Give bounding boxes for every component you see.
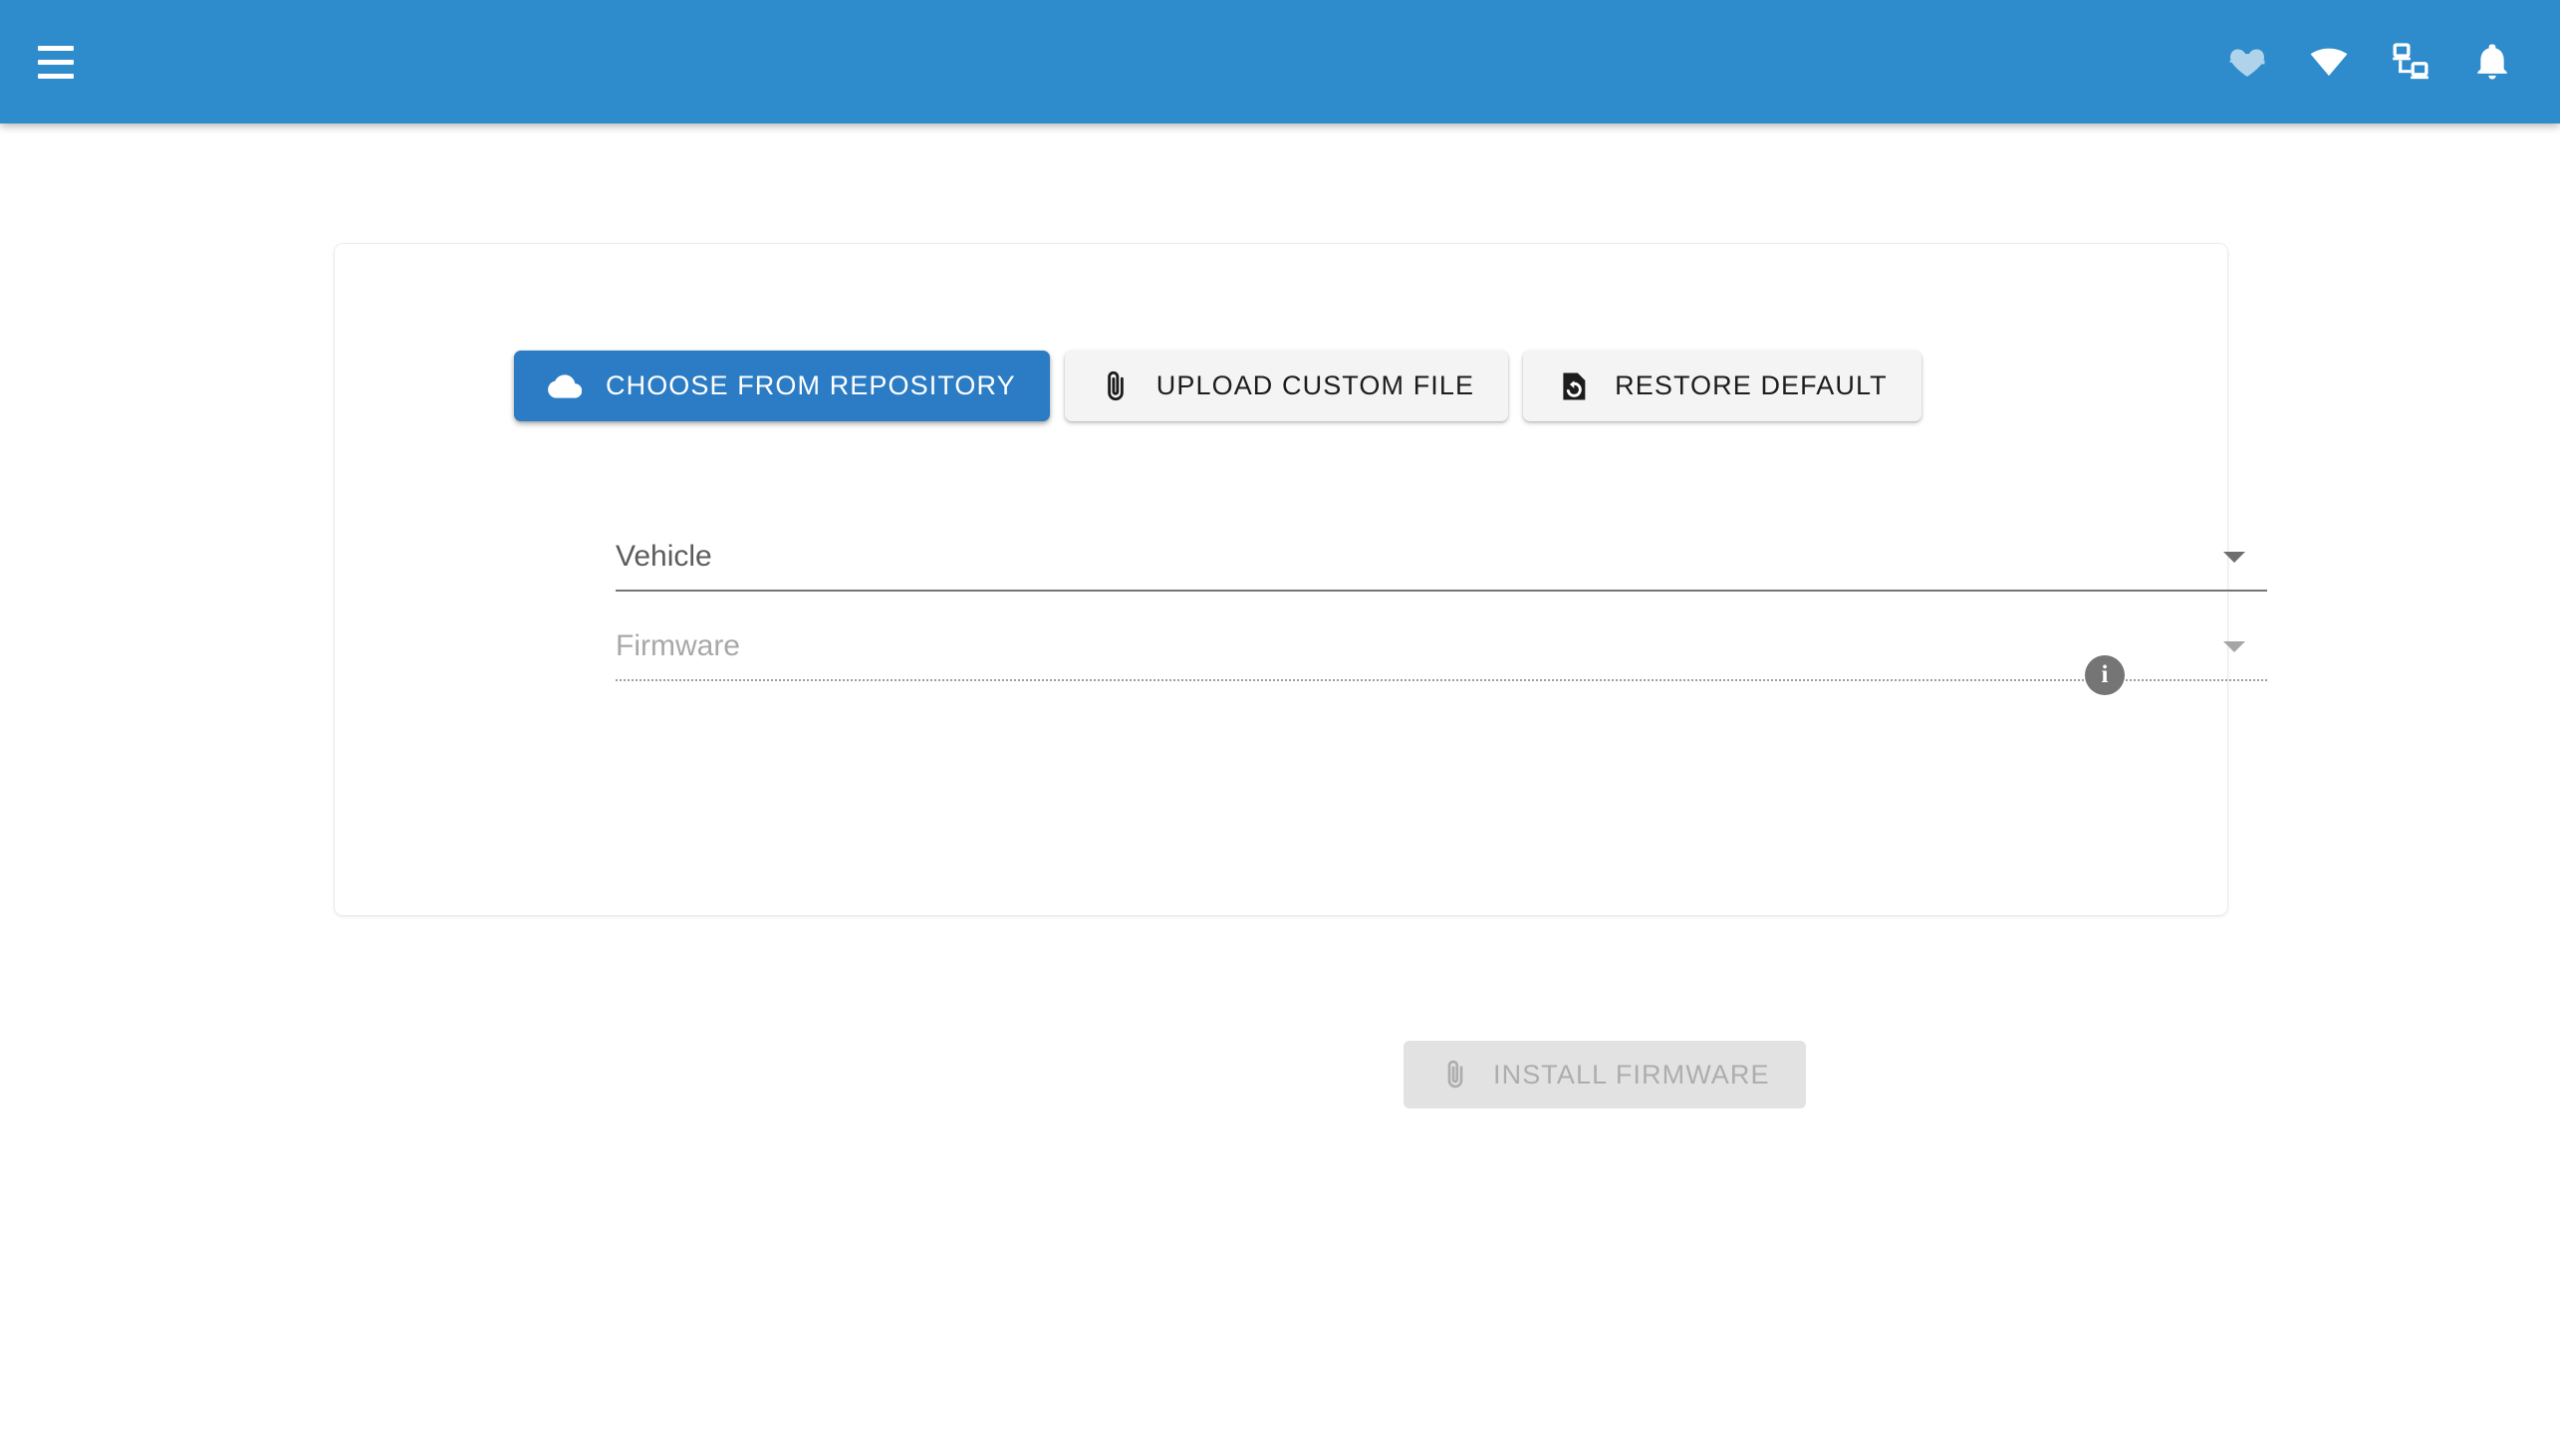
install-firmware-label: INSTALL FIRMWARE [1493, 1059, 1770, 1090]
firmware-info-icon[interactable]: i [2085, 655, 2125, 695]
paperclip-icon [1439, 1059, 1471, 1091]
vehicle-select[interactable]: Vehicle [616, 528, 2267, 592]
tab-label: CHOOSE FROM REPOSITORY [606, 370, 1016, 400]
firmware-select-control[interactable]: Firmware [616, 617, 2267, 675]
chevron-down-icon[interactable] [2223, 640, 2245, 652]
bell-icon[interactable] [2470, 40, 2514, 84]
hamburger-menu-icon[interactable] [36, 40, 92, 84]
tab-label: RESTORE DEFAULT [1615, 370, 1888, 400]
firmware-source-tabs: CHOOSE FROM REPOSITORY UPLOAD CUSTOM FIL… [514, 351, 1921, 421]
hamburger-bar [38, 59, 74, 65]
install-firmware-button[interactable]: INSTALL FIRMWARE [1404, 1041, 1806, 1108]
tab-label: UPLOAD CUSTOM FILE [1155, 370, 1475, 400]
file-restore-icon [1557, 369, 1591, 403]
firmware-select[interactable]: Firmware [616, 617, 2267, 681]
cloud-icon [548, 369, 582, 403]
hamburger-bar [38, 73, 74, 79]
vehicle-select-control[interactable]: Vehicle [616, 528, 2267, 586]
tab-choose-from-repository[interactable]: CHOOSE FROM REPOSITORY [514, 351, 1050, 421]
wifi-icon[interactable] [2307, 40, 2351, 84]
firmware-select-underline [616, 679, 2267, 681]
heartbeat-icon[interactable] [2225, 40, 2269, 84]
firmware-select-label: Firmware [616, 629, 740, 662]
hamburger-bar [38, 45, 74, 51]
chevron-down-icon[interactable] [2223, 551, 2245, 563]
tab-upload-custom-file[interactable]: UPLOAD CUSTOM FILE [1064, 351, 1509, 421]
info-glyph: i [2101, 661, 2109, 688]
app-bar-actions [2225, 40, 2524, 84]
firmware-card: CHOOSE FROM REPOSITORY UPLOAD CUSTOM FIL… [335, 244, 2267, 1108]
app-bar [0, 0, 2560, 123]
paperclip-icon [1099, 369, 1133, 403]
vehicle-select-underline [616, 590, 2267, 592]
tab-restore-default[interactable]: RESTORE DEFAULT [1523, 351, 1921, 421]
vehicle-select-label: Vehicle [616, 540, 712, 573]
devices-icon[interactable] [2389, 40, 2432, 84]
